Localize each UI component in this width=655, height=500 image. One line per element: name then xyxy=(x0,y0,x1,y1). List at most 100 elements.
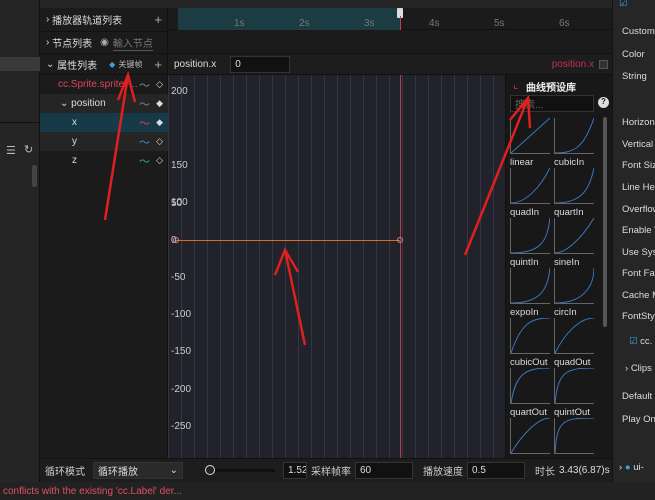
checkbox-icon[interactable]: ☑ xyxy=(619,0,628,9)
property-label: cc.Sprite.spriteF... xyxy=(58,79,138,90)
property-row[interactable]: y 〜 ◇ xyxy=(40,132,168,151)
preset-cubicOut[interactable]: cubicOut xyxy=(510,317,556,368)
tick-label: 5s xyxy=(494,18,505,29)
property-label: z xyxy=(72,155,77,166)
property-list-row[interactable]: ⌄ 属性列表 ◆ 关键帧 + xyxy=(40,54,168,75)
keyframe-point[interactable] xyxy=(397,237,403,243)
keyframe-diamond-icon[interactable]: ◇ xyxy=(156,79,163,90)
property-label: x xyxy=(72,117,77,128)
zoom-input[interactable]: 1.525 xyxy=(283,462,307,479)
node-list-row[interactable]: › 节点列表 ◉ 輸入节点 xyxy=(40,32,168,54)
y-tick: -150 xyxy=(171,346,192,357)
preset-quintOut[interactable]: quintOut xyxy=(554,367,600,418)
keyframe-diamond-icon[interactable]: ◇ xyxy=(156,136,163,147)
inspector-label: Horizon xyxy=(622,117,655,128)
preset-quadOut[interactable]: quadOut xyxy=(554,317,600,368)
curve-graph[interactable]: 200 150 100 50 0 -50 -100 -150 -200 -250 xyxy=(168,75,505,458)
curve-preview-icon xyxy=(554,317,594,354)
preset-label: cubicIn xyxy=(554,157,585,168)
preset-search-input[interactable]: 搜索... xyxy=(510,95,594,112)
playhead-line xyxy=(400,75,401,458)
preset-quintIn[interactable]: quintIn xyxy=(510,217,556,268)
inspector-label: Use Sys xyxy=(622,247,655,258)
preset-cubicIn[interactable]: cubicIn xyxy=(554,117,600,168)
preset-sineIn[interactable]: sineIn xyxy=(554,217,600,268)
keyframe-diamond-icon[interactable]: ◇ xyxy=(156,155,163,166)
active-property-label: position.x xyxy=(551,58,594,70)
keyframe-point[interactable] xyxy=(173,237,179,243)
inspector-label: Clips xyxy=(630,363,652,374)
component-checkbox[interactable]: ☑ cc. xyxy=(629,336,652,347)
scrollbar[interactable] xyxy=(32,165,37,187)
preset-label: quartIn xyxy=(554,207,584,218)
zoom-slider[interactable] xyxy=(205,465,275,475)
keyframe-diamond-icon[interactable]: ◆ xyxy=(156,98,163,109)
node-search-input[interactable]: 輸入节点 xyxy=(112,35,153,51)
value-input[interactable]: 0 xyxy=(230,55,291,73)
refresh-icon[interactable]: ↻ xyxy=(24,143,33,156)
preset-label: quartOut xyxy=(510,407,547,418)
inspector-label: Color xyxy=(622,49,645,60)
y-tick: 50 xyxy=(171,198,183,209)
sidebar-selected-item[interactable] xyxy=(0,57,40,71)
curve-preview-icon xyxy=(510,167,551,204)
add-property-button[interactable]: + xyxy=(154,57,162,72)
inspector-label: ui- xyxy=(633,462,644,473)
keyframe-button[interactable]: 关键帧 xyxy=(118,59,142,70)
preset-label: quadOut xyxy=(554,357,591,368)
timeline-ruler[interactable]: 1s 2s 3s 4s 5s 6s xyxy=(168,8,612,30)
keyframe-icon: ◆ xyxy=(109,59,116,69)
preset-label: circIn xyxy=(554,307,577,318)
sample-rate-input[interactable]: 60 xyxy=(355,462,413,479)
player-tracks-row[interactable]: › 播放器轨道列表 + xyxy=(40,8,168,32)
preset-quadIn[interactable]: quadIn xyxy=(510,167,556,218)
track-panel: › 播放器轨道列表 + › 节点列表 ◉ 輸入节点 ⌄ 属性列表 ◆ 关键帧 +… xyxy=(40,0,168,458)
property-list-label: 属性列表 xyxy=(57,60,98,72)
curve-editor-header: position.x 0 position.x xyxy=(168,54,612,75)
slider-handle[interactable] xyxy=(205,465,215,475)
property-row[interactable]: ⌄ position 〜 ◆ xyxy=(40,94,168,113)
property-row-selected[interactable]: x 〜 ◆ xyxy=(40,113,168,132)
property-row[interactable]: z 〜 ◇ xyxy=(40,151,168,170)
preset-quartIn[interactable]: quartIn xyxy=(554,167,600,218)
eye-icon[interactable]: ◉ xyxy=(100,37,109,48)
left-sidebar: ☰ ↻ xyxy=(0,0,40,482)
curve-preview-icon xyxy=(510,317,550,354)
curve-preset-panel: ⌞ 曲线预设库 搜索... ? linear cubicIn quadIn quart… xyxy=(505,75,612,468)
chevron-down-icon: ⌄ xyxy=(60,98,72,109)
preset-linear[interactable]: linear xyxy=(510,117,556,168)
y-tick: 200 xyxy=(171,86,188,97)
preset-quartOut[interactable]: quartOut xyxy=(510,367,556,418)
component-label: cc. xyxy=(640,336,653,347)
preset-scrollbar[interactable] xyxy=(603,117,607,327)
player-tracks-label: 播放器轨道列表 xyxy=(52,16,123,27)
speed-input[interactable]: 0.5 xyxy=(467,462,525,479)
inspector-label: String xyxy=(622,71,647,82)
preset-expoIn[interactable]: expoIn xyxy=(510,267,556,318)
node-list-label: 节点列表 xyxy=(52,39,93,50)
list-icon[interactable]: ☰ xyxy=(6,144,16,157)
tick-label: 2s xyxy=(299,18,310,29)
inspector-label: Line Hei xyxy=(622,182,655,193)
curve-preview-icon xyxy=(510,417,550,454)
keyframe-diamond-icon[interactable]: ◆ xyxy=(156,117,163,128)
preset-label: expoIn xyxy=(510,307,539,318)
loop-mode-select[interactable]: 循环播放 ⌄ xyxy=(93,462,183,479)
ui-node-row[interactable]: › ● ui- xyxy=(619,462,644,473)
curve-icon: 〜 xyxy=(139,98,150,111)
curve-line xyxy=(176,240,400,241)
toggle-checkbox[interactable] xyxy=(599,59,608,69)
property-row[interactable]: cc.Sprite.spriteF... 〜 ◇ xyxy=(40,75,168,94)
inspector-label: Custom xyxy=(622,26,655,37)
y-tick: -250 xyxy=(171,421,192,432)
add-track-button[interactable]: + xyxy=(154,12,162,27)
clips-row[interactable]: › Clips xyxy=(625,363,652,374)
y-tick: -200 xyxy=(171,384,192,395)
speed-label: 播放速度 xyxy=(423,467,463,478)
help-icon[interactable]: ? xyxy=(598,97,609,108)
loop-mode-label: 循环模式 xyxy=(45,467,85,478)
preset-circIn[interactable]: circIn xyxy=(554,267,600,318)
curve-preview-icon xyxy=(510,267,551,304)
curve-icon: 〜 xyxy=(139,117,150,130)
duration-label: 时长 xyxy=(535,467,555,478)
